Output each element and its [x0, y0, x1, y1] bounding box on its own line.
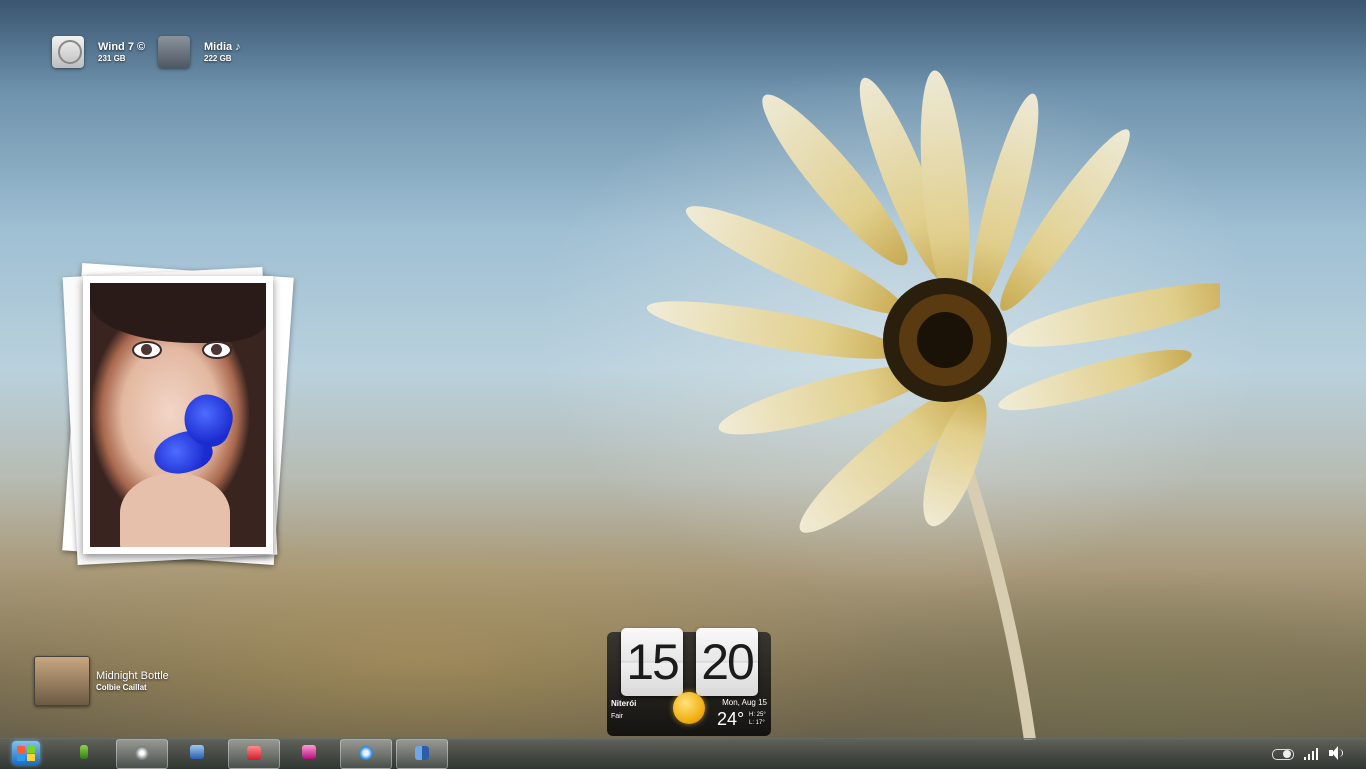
taskbar-phone-button[interactable] — [59, 739, 109, 767]
library-icon — [415, 746, 429, 760]
toggle-icon[interactable] — [1272, 744, 1294, 762]
drive-wind7[interactable]: Wind 7 © 231 GB — [52, 36, 145, 68]
weather-temperature: 24° — [717, 709, 745, 729]
photo-app-icon — [247, 746, 261, 760]
network-drive-icon — [158, 36, 190, 68]
volume-icon[interactable] — [1329, 744, 1343, 762]
taskbar-media-center-button[interactable] — [116, 739, 168, 769]
now-playing-gadget[interactable]: Midnight Bottle Colbie Caillat — [34, 656, 169, 706]
taskbar-library-button[interactable] — [396, 739, 448, 769]
weather-high: H: 25° — [749, 712, 766, 718]
media-center-icon — [135, 746, 149, 760]
drive-name: Midia ♪ — [204, 40, 241, 53]
track-artist: Colbie Caillat — [96, 682, 147, 692]
windows-start-icon[interactable] — [12, 741, 40, 765]
weather-city: Niterói — [611, 699, 637, 708]
drive-size: 222 GB — [204, 53, 232, 63]
itunes-icon — [359, 746, 373, 760]
album-cover[interactable] — [34, 656, 90, 706]
weather-low: L: 17° — [749, 720, 765, 726]
taskbar-notepad-button[interactable] — [172, 739, 222, 767]
clock-date: Mon, Aug 15 — [722, 698, 767, 707]
drive-size: 231 GB — [98, 53, 126, 63]
sun-weather-icon — [673, 692, 705, 724]
hard-drive-icon — [52, 36, 84, 68]
weather-condition: Fair — [611, 713, 624, 720]
clock-weather-gadget[interactable]: 15 20 Niterói Fair Mon, Aug 15 24° H: 25… — [607, 628, 771, 736]
media-player-icon — [302, 745, 316, 759]
drive-name: Wind 7 © — [98, 40, 146, 53]
drive-midia[interactable]: Midia ♪ 222 GB — [158, 36, 241, 68]
taskbar-media-player-button[interactable] — [284, 739, 334, 767]
clock-minutes: 20 — [696, 628, 758, 696]
slideshow-photo-gadget[interactable] — [83, 276, 273, 554]
clock-hours: 15 — [621, 628, 683, 696]
taskbar-photo-app-button[interactable] — [228, 739, 280, 769]
signal-icon[interactable] — [1304, 744, 1318, 762]
track-title: Midnight Bottle — [96, 669, 169, 682]
taskbar-itunes-button[interactable] — [340, 739, 392, 769]
notepad-icon — [190, 745, 204, 759]
phone-icon — [80, 745, 88, 759]
slideshow-photo — [90, 283, 266, 547]
